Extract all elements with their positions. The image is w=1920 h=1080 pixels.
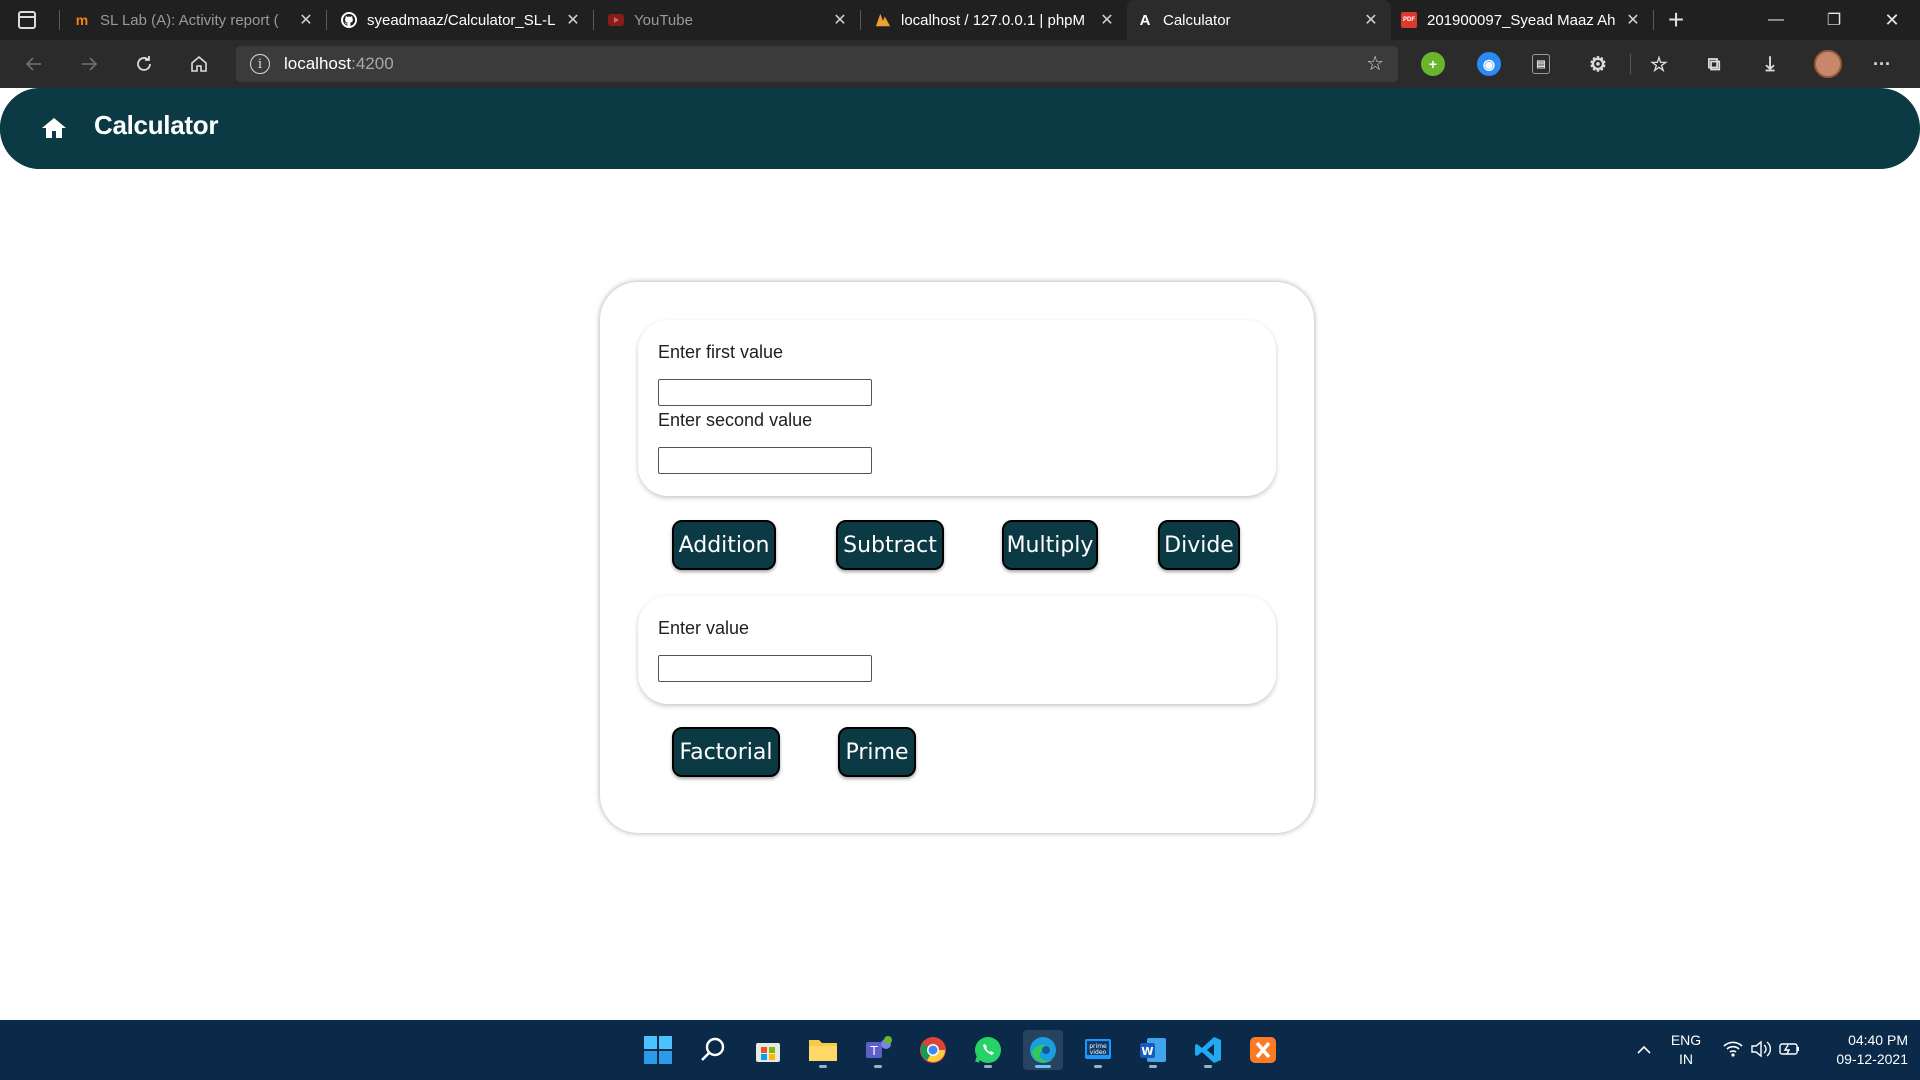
windows-start-icon[interactable] bbox=[638, 1030, 678, 1070]
close-window-button[interactable]: ✕ bbox=[1864, 0, 1920, 40]
file-explorer-icon[interactable] bbox=[803, 1030, 843, 1070]
svg-text:video: video bbox=[1090, 1049, 1107, 1056]
browser-tab-calculator[interactable]: A Calculator ✕ bbox=[1127, 0, 1391, 40]
browser-tab-github[interactable]: syeadmaaz/Calculator_SL-L ✕ bbox=[331, 0, 593, 40]
tab-actions-icon[interactable] bbox=[18, 11, 36, 29]
input-language-indicator[interactable]: ENG IN bbox=[1668, 1031, 1704, 1069]
xampp-icon[interactable] bbox=[1243, 1030, 1283, 1070]
prime-button[interactable]: Prime bbox=[838, 727, 916, 777]
refresh-button[interactable] bbox=[127, 48, 161, 80]
search-icon[interactable] bbox=[693, 1030, 733, 1070]
chrome-icon[interactable] bbox=[913, 1030, 953, 1070]
close-tab-icon[interactable]: ✕ bbox=[1623, 10, 1643, 30]
close-tab-icon[interactable]: ✕ bbox=[563, 10, 583, 30]
extension-blue-icon[interactable]: ◉ bbox=[1477, 52, 1501, 76]
downloads-icon[interactable]: ⤓ bbox=[1758, 52, 1782, 76]
close-tab-icon[interactable]: ✕ bbox=[830, 10, 850, 30]
app-header: Calculator bbox=[0, 88, 1920, 169]
second-value-input[interactable] bbox=[658, 447, 872, 474]
close-tab-icon[interactable]: ✕ bbox=[1361, 10, 1381, 30]
volume-icon[interactable] bbox=[1750, 1039, 1772, 1064]
svg-text:T: T bbox=[869, 1044, 878, 1058]
first-value-input[interactable] bbox=[658, 379, 872, 406]
unary-input-panel: Enter value bbox=[638, 596, 1276, 704]
calculator-card: Enter first value Enter second value Add… bbox=[600, 282, 1314, 833]
url-port: :4200 bbox=[351, 54, 394, 73]
collections-icon[interactable]: ⧉ bbox=[1702, 52, 1726, 76]
close-tab-icon[interactable]: ✕ bbox=[1097, 10, 1117, 30]
forward-button[interactable] bbox=[72, 48, 106, 80]
moodle-icon: m bbox=[75, 12, 89, 28]
addition-button[interactable]: Addition bbox=[672, 520, 776, 570]
show-hidden-icons-icon[interactable] bbox=[1634, 1040, 1654, 1060]
microsoft-store-icon[interactable] bbox=[748, 1030, 788, 1070]
windows-taskbar: T prime video W ENG IN 04:40 PM 09-12-20… bbox=[0, 1020, 1920, 1080]
browser-tab-youtube[interactable]: YouTube ✕ bbox=[598, 0, 860, 40]
phpmyadmin-icon bbox=[875, 12, 891, 28]
home-icon[interactable] bbox=[40, 114, 68, 142]
wifi-icon[interactable] bbox=[1722, 1039, 1744, 1064]
browser-tab-pdf[interactable]: PDF 201900097_Syead Maaz Ah ✕ bbox=[1391, 0, 1653, 40]
close-tab-icon[interactable]: ✕ bbox=[296, 10, 316, 30]
back-button[interactable] bbox=[17, 48, 51, 80]
minimize-window-button[interactable]: — bbox=[1748, 0, 1804, 40]
clock-date: 09-12-2021 bbox=[1836, 1051, 1908, 1067]
region-label: IN bbox=[1679, 1051, 1693, 1067]
browser-tab-strip: m SL Lab (A): Activity report ( ✕ syeadm… bbox=[0, 0, 1920, 40]
vscode-icon[interactable] bbox=[1188, 1030, 1228, 1070]
youtube-icon bbox=[608, 14, 624, 26]
browser-tab-moodle[interactable]: m SL Lab (A): Activity report ( ✕ bbox=[64, 0, 326, 40]
binary-input-panel: Enter first value Enter second value bbox=[638, 320, 1276, 496]
site-info-icon[interactable]: i bbox=[250, 54, 270, 74]
extensions-puzzle-icon[interactable]: ⚙ bbox=[1586, 52, 1610, 76]
browser-toolbar: i localhost:4200 ☆ + ◉ ▤ ⚙ ☆ ⧉ ⤓ ··· bbox=[0, 40, 1920, 88]
whatsapp-icon[interactable] bbox=[968, 1030, 1008, 1070]
language-label: ENG bbox=[1670, 1032, 1702, 1048]
address-bar[interactable]: i localhost:4200 ☆ bbox=[236, 46, 1398, 82]
add-favorite-icon[interactable]: ☆ bbox=[1366, 54, 1384, 74]
clock-time: 04:40 PM bbox=[1848, 1032, 1908, 1048]
app-title: Calculator bbox=[94, 110, 219, 140]
divide-button[interactable]: Divide bbox=[1158, 520, 1240, 570]
subtract-button[interactable]: Subtract bbox=[836, 520, 944, 570]
profile-avatar[interactable] bbox=[1814, 50, 1842, 78]
prime-video-icon[interactable]: prime video bbox=[1078, 1030, 1118, 1070]
settings-more-icon[interactable]: ··· bbox=[1870, 52, 1894, 76]
url-host: localhost bbox=[284, 54, 352, 73]
angular-icon: A bbox=[1139, 11, 1151, 29]
new-tab-button[interactable]: + bbox=[1660, 4, 1692, 36]
svg-text:W: W bbox=[1141, 1045, 1153, 1058]
github-icon bbox=[341, 12, 357, 28]
browser-tab-phpmyadmin[interactable]: localhost / 127.0.0.1 | phpM ✕ bbox=[865, 0, 1127, 40]
collections-clip-icon[interactable]: ▤ bbox=[1532, 54, 1550, 74]
home-button[interactable] bbox=[182, 48, 216, 80]
battery-icon[interactable] bbox=[1778, 1039, 1802, 1064]
favorites-icon[interactable]: ☆ bbox=[1647, 52, 1671, 76]
pdf-icon: PDF bbox=[1401, 12, 1417, 28]
extension-green-plus-icon[interactable]: + bbox=[1421, 52, 1445, 76]
factorial-button[interactable]: Factorial bbox=[672, 727, 780, 777]
word-icon[interactable]: W bbox=[1133, 1030, 1173, 1070]
first-value-label: Enter first value bbox=[658, 342, 784, 362]
restore-window-button[interactable]: ❐ bbox=[1806, 0, 1862, 40]
value-input[interactable] bbox=[658, 655, 872, 682]
second-value-label: Enter second value bbox=[658, 410, 813, 430]
clock[interactable]: 04:40 PM 09-12-2021 bbox=[1814, 1031, 1908, 1069]
edge-icon[interactable] bbox=[1023, 1030, 1063, 1070]
value-label: Enter value bbox=[658, 618, 750, 638]
teams-icon[interactable]: T bbox=[858, 1030, 898, 1070]
multiply-button[interactable]: Multiply bbox=[1002, 520, 1098, 570]
